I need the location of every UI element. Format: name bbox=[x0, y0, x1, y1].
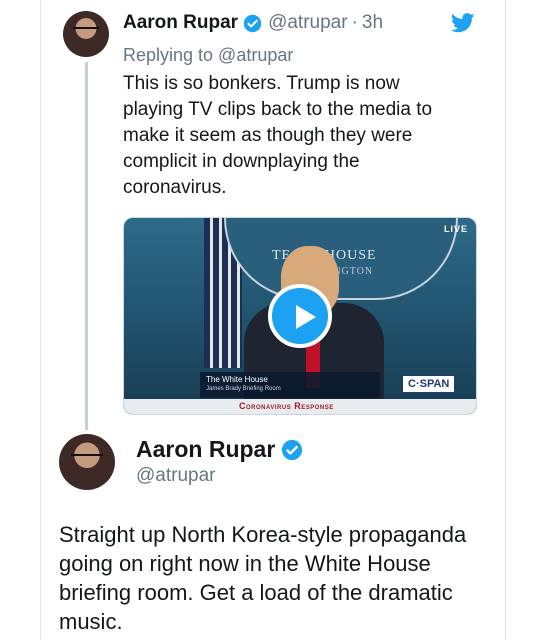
author-name-row: Aaron Rupar bbox=[136, 436, 303, 463]
author-name[interactable]: Aaron Rupar bbox=[136, 436, 275, 463]
avatar[interactable] bbox=[63, 11, 109, 57]
verified-badge-icon bbox=[243, 14, 262, 32]
avatar-glasses bbox=[71, 454, 103, 463]
verified-badge-icon bbox=[282, 439, 303, 460]
lower-third: The White House James Brady Briefing Roo… bbox=[200, 372, 380, 398]
author-handle[interactable]: @atrupar bbox=[268, 12, 348, 34]
author-handle[interactable]: @atrupar bbox=[136, 465, 216, 487]
twitter-bird-icon bbox=[451, 13, 475, 33]
play-icon bbox=[296, 305, 316, 329]
thread-connector-line bbox=[85, 62, 88, 430]
avatar-glasses bbox=[73, 27, 99, 35]
tweet-body: This is so bonkers. Trump is now playing… bbox=[123, 73, 433, 198]
tweet-timestamp[interactable]: 3h bbox=[362, 12, 383, 34]
tweet-body: Straight up North Korea-style propaganda… bbox=[59, 522, 467, 634]
lower-third-title: The White House bbox=[206, 375, 268, 384]
play-button[interactable] bbox=[268, 284, 332, 348]
tweet-header: Aaron Rupar @atrupar · 3h bbox=[123, 12, 383, 34]
card-border-right bbox=[505, 0, 506, 640]
card-border-left bbox=[40, 0, 41, 640]
replying-to[interactable]: Replying to @atrupar bbox=[123, 45, 293, 66]
video-player[interactable]: TE ITE HOUSE INGTON LIVE The White House… bbox=[123, 217, 477, 415]
network-logo: C·SPAN bbox=[402, 375, 456, 393]
live-badge: LIVE bbox=[443, 224, 468, 234]
separator-dot: · bbox=[351, 12, 358, 33]
avatar[interactable] bbox=[59, 434, 115, 490]
banner-text: Coronavirus Response bbox=[239, 401, 334, 411]
lower-third-subtitle: James Brady Briefing Room bbox=[206, 386, 281, 392]
author-name[interactable]: Aaron Rupar bbox=[123, 12, 238, 34]
